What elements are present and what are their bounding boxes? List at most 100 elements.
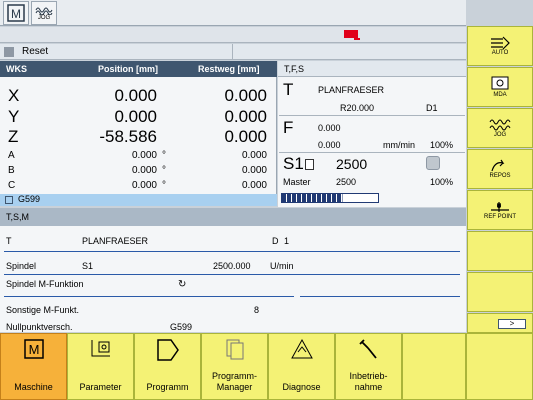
- alarm-line[interactable]: [0, 27, 466, 43]
- svg-text:M: M: [29, 342, 40, 357]
- spindel-label: Spindel: [6, 261, 37, 271]
- program-manager-icon: [226, 339, 244, 360]
- axis-restweg: 0.000: [241, 165, 267, 176]
- commissioning-icon: [359, 339, 377, 359]
- softkey-label: Programm- Manager: [211, 371, 257, 392]
- frame-icon: [5, 196, 13, 204]
- tsm-d-label: D: [272, 236, 279, 246]
- spindle-state-icon: [426, 156, 440, 170]
- softkey-programm[interactable]: Programm: [134, 333, 201, 400]
- feed-override: 100%: [430, 140, 454, 150]
- more-softkeys-button[interactable]: >: [498, 319, 526, 329]
- softkey-diagnose[interactable]: Diagnose: [268, 333, 335, 400]
- spindle-speed: 2500: [336, 156, 368, 172]
- divider: [4, 296, 294, 297]
- position-header-label: Position [mm]: [98, 64, 158, 74]
- tool-d: D1: [426, 103, 438, 113]
- axis-position: -58.586: [99, 127, 157, 146]
- jog-icon[interactable]: JOG: [31, 1, 57, 25]
- softkey-label: AUTO: [491, 50, 509, 56]
- alarm-indicator-icon: [344, 30, 358, 38]
- axis-restweg: 0.000: [224, 107, 267, 126]
- axis-name: A: [8, 150, 15, 161]
- softkey-label: Diagnose: [282, 382, 321, 392]
- softkey-label: JOG: [493, 132, 507, 138]
- active-frame: G599: [18, 194, 41, 204]
- nullpunkt-label: Nullpunktversch.: [6, 322, 73, 332]
- jog-icon: [489, 119, 511, 131]
- divider: [4, 251, 460, 252]
- softkey-label: Inbetrieb- nahme: [349, 371, 388, 392]
- master-value: 2500: [336, 177, 357, 187]
- axis-name: B: [8, 165, 15, 176]
- axis-name: Z: [8, 127, 19, 146]
- softkey-label: Maschine: [14, 382, 53, 392]
- axis-position: 0.000: [114, 107, 157, 126]
- master-label: Master: [283, 177, 311, 187]
- softkey-empty[interactable]: [466, 333, 533, 400]
- softkey-jog[interactable]: JOG: [467, 108, 533, 148]
- softkey-parameter[interactable]: Parameter: [67, 333, 134, 400]
- softkey-maschine[interactable]: M Maschine: [0, 333, 67, 400]
- spindle-letter: S1: [283, 154, 304, 173]
- axis-position: 0.000: [131, 180, 157, 191]
- diagnose-icon: [291, 338, 313, 359]
- softkey-inbetriebnahme[interactable]: Inbetrieb- nahme: [335, 333, 402, 400]
- tsm-header: T,S,M: [0, 208, 466, 226]
- position-header: WKS Position [mm] Restweg [mm]: [0, 61, 277, 77]
- softkey-auto[interactable]: AUTO: [467, 26, 533, 66]
- softkey-empty[interactable]: [467, 272, 533, 312]
- jog-label: JOG: [37, 15, 51, 21]
- softkey-ref-point[interactable]: REF POINT: [467, 190, 533, 230]
- divider: [232, 44, 233, 60]
- divider: [279, 115, 465, 116]
- channel-status-bar: Reset: [0, 44, 466, 60]
- machine-icon: M: [24, 339, 44, 359]
- softkey-label: MDA: [493, 92, 507, 98]
- tsm-d-value: 1: [284, 236, 290, 246]
- top-bar: [0, 0, 466, 26]
- axis-restweg: 0.000: [241, 150, 267, 161]
- alarm-indicator-underline: [354, 38, 360, 40]
- nullpunkt-value: G599: [170, 322, 193, 332]
- softkey-repos[interactable]: REPOS: [467, 149, 533, 189]
- program-icon: [157, 339, 179, 361]
- restweg-header-label: Restweg [mm]: [198, 64, 260, 74]
- softkey-programm-manager[interactable]: Programm- Manager: [201, 333, 268, 400]
- spindle-rotation-icon: ↻: [178, 279, 187, 290]
- softkey-label: Parameter: [79, 382, 122, 392]
- softkey-mda[interactable]: MDA: [467, 67, 533, 107]
- tool-radius: R20.000: [340, 103, 375, 113]
- tsm-tool-name: PLANFRAESER: [82, 236, 149, 246]
- divider: [279, 152, 465, 153]
- softkey-empty[interactable]: [402, 333, 466, 400]
- other-mfunc-label: Sonstige M-Funkt.: [6, 305, 80, 315]
- feed-value: 0.000: [318, 123, 341, 133]
- spindel-unit: U/min: [270, 261, 294, 271]
- axis-unit: °: [162, 150, 166, 161]
- auto-icon: [491, 36, 510, 50]
- axis-unit: °: [162, 165, 166, 176]
- master-override: 100%: [430, 177, 454, 187]
- feed-unit: mm/min: [383, 140, 415, 150]
- spindel-name: S1: [82, 261, 94, 271]
- active-frame-bar: G599: [0, 194, 277, 206]
- tool-name: PLANFRAESER: [318, 85, 385, 95]
- axis-restweg: 0.000: [224, 127, 267, 146]
- axis-name: X: [8, 86, 20, 105]
- feed-actual: 0.000: [318, 140, 341, 150]
- refpoint-icon: [491, 202, 509, 212]
- axis-position: 0.000: [114, 86, 157, 105]
- wks-header-label: WKS: [6, 64, 27, 74]
- spindle-load-bar: [281, 193, 379, 203]
- mda-icon: [491, 76, 509, 90]
- reset-status: Reset: [22, 46, 49, 57]
- parameter-icon: [91, 340, 110, 357]
- spindle-dir-icon: [305, 159, 314, 170]
- softkey-empty[interactable]: [467, 231, 533, 271]
- softkey-label: REPOS: [489, 173, 511, 179]
- axis-position: 0.000: [131, 150, 157, 161]
- channel-state-icon: [4, 47, 14, 57]
- machine-icon[interactable]: M: [3, 1, 29, 25]
- tfs-header: T,F,S: [278, 61, 466, 77]
